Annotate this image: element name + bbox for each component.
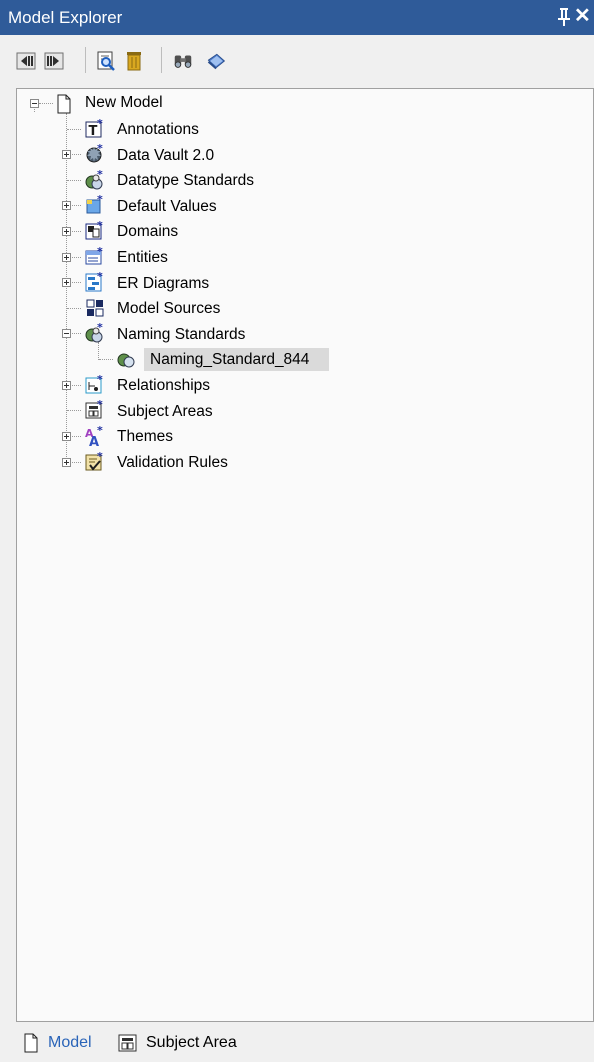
model-icon [57, 94, 71, 114]
expand-domains-icon[interactable] [62, 227, 71, 236]
tab-model-label: Model [48, 1034, 92, 1051]
tree-item-naming-standards[interactable]: Naming Standards [117, 325, 245, 345]
tree-item-entities[interactable]: Entities [117, 248, 168, 268]
svg-text:*: * [97, 425, 103, 437]
model-sources-icon [86, 299, 104, 317]
tree-item-themes[interactable]: Themes [117, 427, 173, 447]
tree-root-label[interactable]: New Model [85, 93, 163, 113]
expand-validation-rules-icon[interactable] [62, 458, 71, 467]
tree-item-validation-rules[interactable]: Validation Rules [117, 453, 228, 473]
model-tab-icon [24, 1033, 38, 1053]
close-icon[interactable]: ✕ [574, 5, 591, 27]
search-binoculars-icon[interactable] [172, 50, 194, 72]
subject-area-tab-icon [118, 1034, 137, 1052]
model-tree: New Model T * Annotations * Data Vault 2.… [16, 88, 594, 1022]
tree-item-domains[interactable]: Domains [117, 222, 178, 242]
toolbar-separator [161, 47, 162, 73]
tree-item-relationships[interactable]: Relationships [117, 376, 210, 396]
entities-icon: * [85, 246, 103, 265]
svg-text:*: * [97, 194, 103, 206]
svg-text:*: * [97, 118, 103, 130]
svg-text:*: * [97, 143, 103, 155]
root-collapse-icon[interactable] [30, 99, 39, 108]
tab-subject-area-label: Subject Area [146, 1034, 237, 1051]
svg-text:*: * [97, 271, 103, 283]
expand-entities-icon[interactable] [62, 253, 71, 262]
delete-icon[interactable] [123, 50, 145, 72]
tree-item-subject-areas[interactable]: Subject Areas [117, 402, 213, 422]
tree-item-naming-standard-844[interactable]: Naming_Standard_844 [150, 350, 309, 370]
expand-themes-icon[interactable] [62, 432, 71, 441]
tree-item-er-diagrams[interactable]: ER Diagrams [117, 274, 209, 294]
properties-icon[interactable] [205, 50, 227, 72]
svg-text:*: * [97, 374, 103, 386]
er-diagrams-icon: * [85, 271, 103, 292]
relationships-icon: * [85, 374, 103, 394]
domains-icon: * [85, 220, 103, 240]
expand-default-values-icon[interactable] [62, 201, 71, 210]
expand-relationships-icon[interactable] [62, 381, 71, 390]
datatype-standards-icon: * [85, 169, 103, 190]
svg-text:*: * [97, 399, 103, 411]
svg-text:*: * [97, 451, 103, 463]
tree-item-default-values[interactable]: Default Values [117, 197, 217, 217]
tree-item-annotations[interactable]: Annotations [117, 120, 199, 140]
naming-standard-item-icon [117, 353, 135, 368]
find-icon[interactable] [95, 50, 117, 72]
pin-icon[interactable] [555, 6, 573, 28]
previous-icon[interactable] [15, 50, 37, 72]
annotations-icon: T* [85, 118, 103, 139]
subject-areas-icon: * [85, 399, 103, 419]
tree-item-datatype-standards[interactable]: Datatype Standards [117, 171, 254, 191]
next-icon[interactable] [43, 50, 65, 72]
tree-item-model-sources[interactable]: Model Sources [117, 299, 220, 319]
panel-title: Model Explorer [8, 7, 123, 27]
toolbar-separator [85, 47, 86, 73]
default-values-icon: * [86, 194, 103, 214]
validation-rules-icon: * [85, 451, 103, 471]
svg-text:*: * [97, 246, 103, 258]
toolbar [0, 35, 594, 85]
tab-subject-area[interactable]: Subject Area [118, 1033, 237, 1053]
svg-text:*: * [97, 220, 103, 232]
collapse-naming-standards-icon[interactable] [62, 329, 71, 338]
bottom-tab-strip: Model Subject Area [0, 1022, 594, 1062]
tree-connector [66, 113, 67, 465]
panel-title-bar: Model Explorer ✕ [0, 0, 594, 35]
svg-text:*: * [97, 322, 103, 334]
themes-icon: AA* [85, 425, 103, 447]
tab-model[interactable]: Model [22, 1033, 92, 1053]
expand-er-diagrams-icon[interactable] [62, 278, 71, 287]
expand-data-vault-icon[interactable] [62, 150, 71, 159]
tree-item-data-vault[interactable]: Data Vault 2.0 [117, 146, 214, 166]
svg-text:*: * [97, 169, 103, 181]
naming-standards-icon: * [85, 322, 103, 343]
data-vault-icon: * [86, 143, 103, 163]
